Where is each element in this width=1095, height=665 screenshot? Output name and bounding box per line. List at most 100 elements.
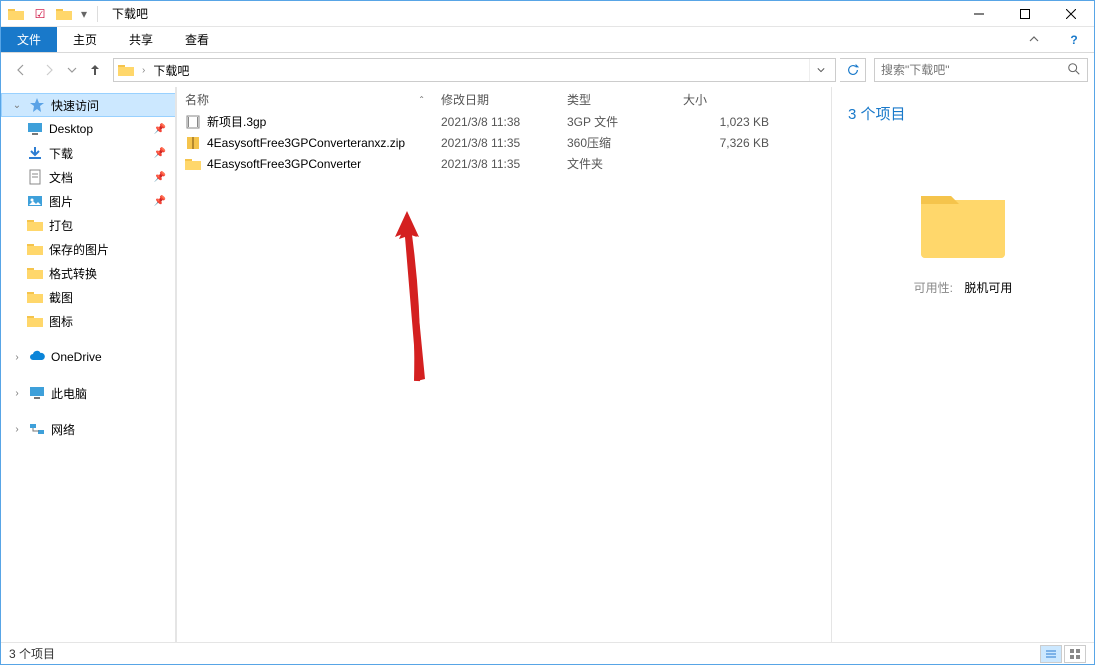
video-file-icon (185, 114, 201, 130)
status-bar: 3 个项目 (1, 642, 1094, 664)
sidebar-label-this-pc: 此电脑 (51, 385, 87, 402)
ribbon-expand-icon[interactable] (1014, 27, 1054, 53)
file-size: 7,326 KB (675, 136, 785, 150)
qat-dropdown-icon[interactable]: ▾ (77, 3, 91, 25)
address-bar[interactable]: › 下载吧 (113, 58, 836, 82)
status-text: 3 个项目 (9, 645, 55, 662)
folder-icon (27, 289, 43, 305)
qat-folder-icon[interactable] (53, 3, 75, 25)
pin-icon: 📌 (154, 172, 166, 183)
search-icon[interactable] (1067, 62, 1081, 79)
file-list: 名称⌃ 修改日期 类型 大小 新项目.3gp 2021/3/8 11:38 3G… (177, 87, 831, 642)
zip-file-icon (185, 135, 201, 151)
minimize-button[interactable] (956, 1, 1002, 27)
file-size: 1,023 KB (675, 115, 785, 129)
up-button[interactable] (81, 57, 109, 83)
recent-locations-button[interactable] (63, 57, 81, 83)
details-title: 3 个项目 (848, 103, 1078, 124)
pc-icon (29, 385, 45, 401)
file-name: 4EasysoftFree3GPConverteranxz.zip (207, 136, 405, 150)
tab-file[interactable]: 文件 (1, 27, 57, 52)
file-name: 4EasysoftFree3GPConverter (207, 157, 361, 171)
title-bar: ☑ ▾ 下载吧 (1, 1, 1094, 27)
column-size[interactable]: 大小 (675, 87, 785, 111)
pictures-icon (27, 193, 43, 209)
sidebar-item-desktop[interactable]: Desktop 📌 (1, 117, 176, 141)
refresh-button[interactable] (840, 58, 866, 82)
chevron-right-icon[interactable]: › (11, 388, 23, 399)
maximize-button[interactable] (1002, 1, 1048, 27)
folder-icon (27, 313, 43, 329)
sidebar-this-pc[interactable]: › 此电脑 (1, 381, 176, 405)
navigation-pane: ⌄ 快速访问 Desktop 📌 下载 📌 文档 📌 图片 📌 (1, 87, 177, 642)
qat-separator (97, 6, 98, 22)
sidebar-item-downloads[interactable]: 下载 📌 (1, 141, 176, 165)
window-folder-icon[interactable] (5, 3, 27, 25)
qat-check-icon[interactable]: ☑ (29, 3, 51, 25)
sidebar-label-onedrive: OneDrive (51, 350, 102, 364)
availability: 可用性: 脱机可用 (848, 279, 1078, 296)
forward-button[interactable] (35, 57, 63, 83)
sidebar-item-folder-3[interactable]: 格式转换 (1, 261, 176, 285)
navigation-bar: › 下载吧 (1, 53, 1094, 87)
folder-icon (27, 217, 43, 233)
sidebar-item-documents[interactable]: 文档 📌 (1, 165, 176, 189)
desktop-icon (27, 121, 43, 137)
window-controls (956, 1, 1094, 27)
tab-share[interactable]: 共享 (113, 27, 169, 52)
view-icons-button[interactable] (1064, 645, 1086, 663)
availability-value: 脱机可用 (964, 281, 1012, 295)
file-row[interactable]: 4EasysoftFree3GPConverteranxz.zip 2021/3… (177, 132, 831, 153)
tab-home[interactable]: 主页 (57, 27, 113, 52)
help-button[interactable]: ? (1054, 27, 1094, 53)
cloud-icon (29, 349, 45, 365)
column-type[interactable]: 类型 (559, 87, 675, 111)
sort-indicator-icon: ⌃ (418, 95, 425, 104)
tab-view[interactable]: 查看 (169, 27, 225, 52)
view-details-button[interactable] (1040, 645, 1062, 663)
sidebar-item-pictures[interactable]: 图片 📌 (1, 189, 176, 213)
sidebar-network[interactable]: › 网络 (1, 417, 176, 441)
breadcrumb-separator-icon[interactable]: › (140, 65, 147, 76)
search-input[interactable] (881, 63, 1067, 77)
file-name: 新项目.3gp (207, 113, 266, 130)
folder-icon (185, 156, 201, 172)
sidebar-item-folder-1[interactable]: 打包 (1, 213, 176, 237)
sidebar-onedrive[interactable]: › OneDrive (1, 345, 176, 369)
annotation-arrow (387, 211, 447, 391)
chevron-down-icon[interactable]: ⌄ (11, 100, 23, 111)
sidebar-item-folder-2[interactable]: 保存的图片 (1, 237, 176, 261)
sidebar-label: 图标 (49, 313, 73, 330)
chevron-right-icon[interactable]: › (11, 424, 23, 435)
sidebar-label: 格式转换 (49, 265, 97, 282)
sidebar-label: 文档 (49, 169, 73, 186)
back-button[interactable] (7, 57, 35, 83)
sidebar-item-folder-4[interactable]: 截图 (1, 285, 176, 309)
column-date[interactable]: 修改日期 (433, 87, 559, 111)
pin-icon: 📌 (154, 148, 166, 159)
details-pane: 3 个项目 可用性: 脱机可用 (831, 87, 1094, 642)
column-name[interactable]: 名称⌃ (177, 87, 433, 111)
sidebar-label: Desktop (49, 122, 93, 136)
file-date: 2021/3/8 11:35 (433, 136, 559, 150)
star-icon (29, 97, 45, 113)
address-dropdown-icon[interactable] (809, 59, 831, 81)
file-type: 文件夹 (559, 155, 675, 172)
main-area: ⌄ 快速访问 Desktop 📌 下载 📌 文档 📌 图片 📌 (1, 87, 1094, 642)
documents-icon (27, 169, 43, 185)
availability-label: 可用性: (914, 281, 953, 295)
breadcrumb-location[interactable]: 下载吧 (153, 62, 189, 79)
address-folder-icon (118, 62, 134, 78)
sidebar-label: 截图 (49, 289, 73, 306)
pin-icon: 📌 (154, 196, 166, 207)
sidebar-item-folder-5[interactable]: 图标 (1, 309, 176, 333)
file-date: 2021/3/8 11:38 (433, 115, 559, 129)
file-row[interactable]: 新项目.3gp 2021/3/8 11:38 3GP 文件 1,023 KB (177, 111, 831, 132)
chevron-right-icon[interactable]: › (11, 352, 23, 363)
close-button[interactable] (1048, 1, 1094, 27)
search-box[interactable] (874, 58, 1088, 82)
sidebar-label: 打包 (49, 217, 73, 234)
sidebar-label: 图片 (49, 193, 73, 210)
sidebar-quick-access[interactable]: ⌄ 快速访问 (1, 93, 176, 117)
file-row[interactable]: 4EasysoftFree3GPConverter 2021/3/8 11:35… (177, 153, 831, 174)
